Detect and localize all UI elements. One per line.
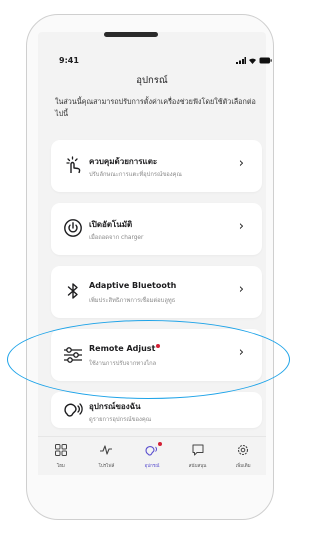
home-icon [54,444,67,456]
tab-profile[interactable]: โปรไฟล์ [84,437,128,475]
card-title: อุปกรณ์ของฉัน [89,402,141,411]
page-title: อุปกรณ์ [136,75,168,86]
tab-support[interactable]: สนับสนุน [176,437,220,475]
tab-label: เพิ่มเติม [235,464,251,469]
wifi-icon [249,58,256,64]
chevron-right-icon: › [238,156,244,171]
chat-icon [192,444,204,456]
gear-icon [238,444,249,456]
card-subtitle: ใช้งานการปรับจากทางไกล [89,361,157,367]
hearing-devices-icon [64,403,83,417]
card-remote-adjust[interactable]: Remote Adjust ใช้งานการปรับจากทางไกล › [51,329,262,381]
bottom-tab-bar: โฮม โปรไฟล์ อุปกรณ์ สนับสนุน เพิ่มเติม [38,436,266,475]
card-title-wrapper: Remote Adjust [89,344,161,353]
signal-icon [236,57,246,64]
card-tap-control[interactable]: ควบคุมด้วยการแตะ ปรับลักษณะการแตะที่อุปก… [51,140,262,192]
card-subtitle: เมื่อถอดจาก charger [89,235,144,241]
card-adaptive-bluetooth[interactable]: Adaptive Bluetooth เพิ่มประสิทธิภาพการเช… [51,266,262,318]
card-subtitle: เพิ่มประสิทธิภาพการเชื่อมต่อบลูทูธ [89,298,176,304]
notification-dot [157,442,162,446]
devices-icon [145,446,157,456]
tab-label: โฮม [56,464,65,469]
chevron-right-icon: › [238,282,244,297]
tab-home[interactable]: โฮม [39,437,83,475]
card-my-devices[interactable]: อุปกรณ์ของฉัน ดูรายการอุปกรณ์ของคุณ [51,392,262,428]
notification-dot [156,344,161,348]
tab-more[interactable]: เพิ่มเติม [221,437,265,475]
card-title: Remote Adjust [89,344,156,353]
activity-icon [100,445,113,455]
battery-icon [259,57,272,64]
touch-icon [66,156,81,174]
card-subtitle: ดูรายการอุปกรณ์ของคุณ [89,417,152,423]
chevron-right-icon: › [238,345,244,360]
bluetooth-icon [67,283,78,299]
speaker-notch [104,32,158,37]
card-subtitle: ปรับลักษณะการแตะที่อุปกรณ์ของคุณ [89,172,182,178]
status-bar: 9:41 [59,56,272,70]
card-title: เปิดอัตโนมัติ [89,220,133,229]
tab-label: โปรไฟล์ [98,464,115,469]
sliders-icon [64,347,82,363]
card-title: Adaptive Bluetooth [89,281,177,290]
tab-label: สนับสนุน [188,464,207,469]
chevron-right-icon: › [238,219,244,234]
status-time: 9:41 [59,56,79,65]
intro-text: ในส่วนนี้คุณสามารถปรับการตั้งค่าเครื่องช… [55,97,256,118]
card-auto-on[interactable]: เปิดอัตโนมัติ เมื่อถอดจาก charger › [51,203,262,255]
tab-label: อุปกรณ์ [144,464,160,469]
tab-devices[interactable]: อุปกรณ์ [130,437,174,475]
power-icon [64,219,82,237]
card-title: ควบคุมด้วยการแตะ [89,157,158,166]
